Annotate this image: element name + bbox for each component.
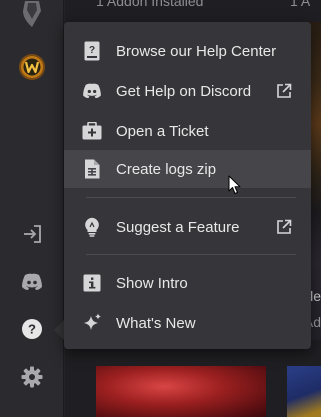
world-of-tanks-icon[interactable] (0, 0, 64, 28)
menu-item-label: What's New (116, 314, 196, 332)
game-thumbnail[interactable] (96, 366, 266, 417)
menu-divider (86, 197, 296, 198)
external-link-icon (276, 219, 292, 235)
sparkle-icon (82, 313, 102, 333)
login-icon[interactable] (0, 222, 64, 246)
menu-item-whats-new[interactable]: What's New (64, 304, 311, 342)
menu-item-label: Suggest a Feature (116, 218, 240, 236)
mouse-cursor-icon (228, 175, 241, 194)
addon-count-text-secondary: 1 A (290, 0, 311, 9)
info-icon (82, 273, 102, 293)
gear-icon[interactable] (0, 365, 64, 389)
discord-icon (82, 81, 102, 101)
external-link-icon (276, 83, 292, 99)
menu-divider (86, 254, 296, 255)
sidebar: ? (0, 0, 64, 417)
help-menu: ? Browse our Help Center Get Help on Dis… (64, 22, 311, 349)
help-center-icon: ? (82, 41, 102, 61)
lightbulb-icon (82, 217, 102, 237)
menu-item-discord[interactable]: Get Help on Discord (64, 72, 311, 110)
ticket-icon (82, 121, 102, 141)
svg-text:?: ? (28, 322, 36, 337)
menu-item-label: Get Help on Discord (116, 82, 252, 100)
addon-count-text: 1 Addon Installed (96, 0, 204, 9)
menu-item-label: Browse our Help Center (116, 42, 277, 60)
menu-item-create-logs-zip[interactable]: Create logs zip (64, 150, 311, 188)
menu-item-help-center[interactable]: ? Browse our Help Center (64, 32, 311, 70)
menu-item-label: Show Intro (116, 274, 188, 292)
world-of-warcraft-icon[interactable] (0, 52, 64, 82)
file-zip-icon (82, 159, 102, 179)
menu-item-label: Open a Ticket (116, 122, 209, 140)
svg-text:?: ? (89, 45, 95, 56)
menu-caret (54, 320, 64, 340)
menu-item-label: Create logs zip (116, 160, 217, 178)
game-thumbnail[interactable] (287, 366, 321, 417)
menu-item-open-ticket[interactable]: Open a Ticket (64, 112, 311, 150)
discord-icon[interactable] (0, 270, 64, 294)
menu-item-suggest-feature[interactable]: Suggest a Feature (64, 208, 311, 246)
menu-item-show-intro[interactable]: Show Intro (64, 264, 311, 302)
